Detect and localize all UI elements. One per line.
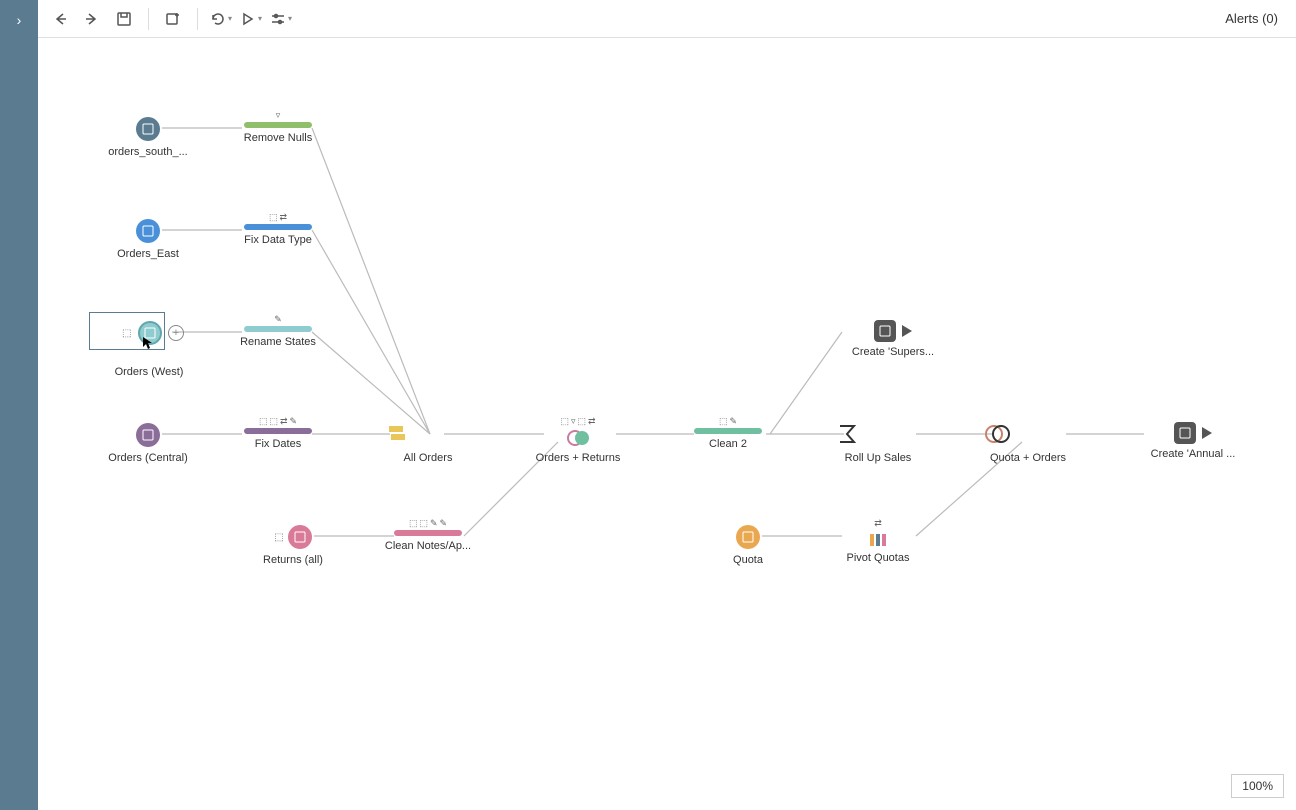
change-badges: ⬚⬚✎✎ [409,518,447,528]
clean-step-bar [244,122,312,128]
node-roll-up-sales[interactable]: Roll Up Sales [833,420,923,464]
left-rail: › [0,0,38,810]
clean-step-bar [394,530,462,536]
node-label: orders_south_... [103,146,193,158]
clean-step-bar [244,428,312,434]
toolbar-separator [197,8,198,30]
run-output-button[interactable] [902,325,912,337]
clean-step-bar [244,224,312,230]
change-badges: ▿ [276,110,281,120]
node-label: Create 'Annual ... [1133,448,1253,460]
mouse-cursor [142,336,156,350]
forward-button[interactable] [80,7,104,31]
refresh-icon [210,11,226,27]
node-returns-all[interactable]: ⬚ Returns (all) [243,524,343,566]
node-remove-nulls[interactable]: ▿ Remove Nulls [233,110,323,144]
node-orders-south[interactable]: orders_south_... [103,116,193,158]
node-orders-returns[interactable]: ⬚▿⬚⇄ Orders + Returns [533,416,623,464]
node-label: Rename States [233,336,323,348]
play-icon [240,11,256,27]
node-orders-central[interactable]: Orders (Central) [103,422,193,464]
flow-edges [38,38,1296,810]
zoom-indicator[interactable]: 100% [1231,774,1284,798]
datasource-icon [736,525,760,549]
join-icon [983,420,1011,448]
chevron-down-icon: ▾ [258,14,262,23]
node-rename-states[interactable]: ✎ Rename States [233,314,323,348]
node-pivot-quotas[interactable]: ⇄ Pivot Quotas [833,518,923,564]
add-step-button[interactable]: + [168,325,184,341]
node-label: Quota + Orders [983,452,1073,464]
node-label: All Orders [383,452,473,464]
flow-canvas[interactable]: orders_south_... ▿ Remove Nulls Orders_E… [38,38,1296,810]
node-label: Clean Notes/Ap... [383,540,473,552]
pivot-icon [864,530,892,548]
node-fix-data-type[interactable]: ⬚⇄ Fix Data Type [233,212,323,246]
change-badges: ⬚✎ [719,416,737,426]
node-label: Create 'Supers... [833,346,953,358]
union-icon [383,420,411,448]
toolbar-separator [148,8,149,30]
back-button[interactable] [48,7,72,31]
clean-step-bar [694,428,762,434]
refresh-dropdown[interactable]: ▾ [210,11,232,27]
settings-dropdown[interactable]: ▾ [270,11,292,27]
node-quota-orders[interactable]: Quota + Orders [983,420,1073,464]
join-icon [564,428,592,448]
run-flow-dropdown[interactable]: ▾ [240,11,262,27]
output-icon [874,320,896,342]
node-label: Clean 2 [683,438,773,450]
node-label: Roll Up Sales [833,452,923,464]
save-button[interactable] [112,7,136,31]
datasource-icon [136,117,160,141]
node-label: Pivot Quotas [833,552,923,564]
toolbar: ▾ ▾ ▾ Alerts (0) [38,0,1296,38]
node-label: Orders (Central) [103,452,193,464]
node-clean-notes[interactable]: ⬚⬚✎✎ Clean Notes/Ap... [383,518,473,552]
node-fix-dates[interactable]: ⬚⬚⇄✎ Fix Dates [233,416,323,450]
node-label: Fix Dates [233,438,323,450]
datasource-icon [288,525,312,549]
node-label: Orders_East [103,248,193,260]
node-orders-east[interactable]: Orders_East [103,218,193,260]
clean-step-bar [244,326,312,332]
change-badges: ✎ [274,314,282,324]
arrow-right-icon [84,11,100,27]
change-badges: ⬚⇄ [269,212,287,222]
expand-panel-button[interactable]: › [17,12,22,810]
run-output-button[interactable] [1202,427,1212,439]
arrow-left-icon [52,11,68,27]
badge-icon: ⬚ [122,328,131,339]
sliders-icon [270,11,286,27]
node-all-orders[interactable]: All Orders [383,420,473,464]
chevron-down-icon: ▾ [288,14,292,23]
chevron-down-icon: ▾ [228,14,232,23]
node-create-annual[interactable]: Create 'Annual ... [1133,422,1253,460]
save-icon [116,11,132,27]
node-label: Quota [703,554,793,566]
node-label: Orders (West) [86,366,212,378]
badge-icon: ⬚ [274,532,283,543]
datasource-icon [136,219,160,243]
alerts-button[interactable]: Alerts (0) [1225,11,1286,26]
node-quota[interactable]: Quota [703,524,793,566]
change-badges: ⬚⬚⇄✎ [259,416,297,426]
output-icon [1174,422,1196,444]
node-create-supers[interactable]: Create 'Supers... [833,320,953,358]
database-plus-icon [165,11,181,27]
node-label: Returns (all) [243,554,343,566]
datasource-icon [136,423,160,447]
add-connection-button[interactable] [161,7,185,31]
aggregate-icon [833,420,861,448]
node-label: Remove Nulls [233,132,323,144]
node-clean2[interactable]: ⬚✎ Clean 2 [683,416,773,450]
node-label: Fix Data Type [233,234,323,246]
node-label: Orders + Returns [533,452,623,464]
